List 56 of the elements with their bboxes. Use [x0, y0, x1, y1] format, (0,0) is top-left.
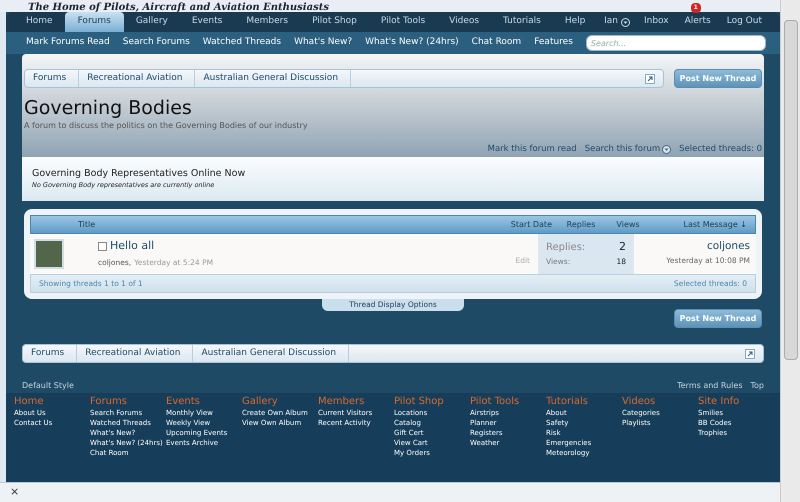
column-header[interactable]: Start Date: [473, 218, 558, 230]
forum-description: A forum to discuss the politics on the Governing Bodies of our industry: [24, 120, 309, 132]
sub-nav-link[interactable]: Watched Threads: [202, 36, 282, 50]
breadcrumb-link[interactable]: Forums: [23, 345, 78, 362]
footer-link[interactable]: Terms and Rules: [677, 380, 742, 392]
nav-tab[interactable]: Videos: [437, 12, 492, 32]
nav-tab[interactable]: Pilot Tools: [368, 12, 438, 32]
search-field[interactable]: Search...: [586, 35, 766, 51]
site-tagline: The Home of Pilots, Aircraft and Aviation Enthusiasts: [28, 2, 329, 12]
nav-tab[interactable]: Events: [180, 12, 234, 32]
close-button[interactable]: ×: [10, 484, 20, 501]
sub-nav-link[interactable]: Search Forums: [122, 36, 190, 50]
nav-tab[interactable]: Help: [552, 12, 598, 32]
user-menu[interactable]: Ian: [598, 12, 636, 32]
sub-nav-link[interactable]: What's New?: [294, 36, 352, 50]
last-poster-link[interactable]: coljones: [706, 239, 750, 255]
caret-icon: [620, 18, 630, 26]
column-header[interactable]: Title: [78, 218, 473, 230]
style-chooser-link[interactable]: Default Style: [22, 380, 74, 392]
nav-tab[interactable]: Pilot Shop: [300, 12, 369, 32]
breadcrumb-link[interactable]: Recreational Aviation: [79, 70, 196, 87]
breadcrumb-link[interactable]: Recreational Aviation: [77, 345, 194, 362]
forum-title: Governing Bodies: [24, 96, 193, 120]
nav-tab[interactable]: Home: [14, 12, 65, 32]
logout-link[interactable]: Log Out: [718, 12, 770, 32]
column-header[interactable]: Views: [604, 218, 652, 230]
thread-checkbox[interactable]: [98, 242, 107, 251]
inbox-link[interactable]: Inbox: [636, 12, 677, 32]
sub-nav-link[interactable]: What's New? (24hrs): [365, 36, 459, 50]
nav-tab[interactable]: Members: [234, 12, 300, 32]
breadcrumb-link[interactable]: Forums: [25, 70, 80, 87]
scrollbar-thumb[interactable]: [784, 20, 798, 360]
jump-arrow-icon[interactable]: [645, 74, 655, 84]
replies-count: 2: [619, 239, 626, 255]
column-header[interactable]: Replies: [558, 218, 604, 230]
notice-title: Governing Body Representatives Online Now: [32, 168, 246, 180]
nav-tab[interactable]: Forums: [64, 12, 124, 32]
forum-action-link[interactable]: Mark this forum read: [488, 142, 577, 156]
avatar-photo[interactable]: [34, 239, 64, 269]
replies-label: Replies:: [546, 241, 586, 255]
jump-arrow-icon[interactable]: [745, 348, 755, 358]
scrollbar[interactable]: [780, 0, 800, 502]
forum-action-link[interactable]: Selected threads: 0: [679, 142, 762, 156]
column-header[interactable]: Last Message ↓: [652, 218, 755, 230]
nav-tab[interactable]: Gallery: [124, 12, 180, 32]
nav-tab[interactable]: Tutorials: [491, 12, 553, 32]
breadcrumb-link[interactable]: Australian General Discussion: [193, 345, 350, 362]
sub-nav-link[interactable]: Features: [534, 36, 573, 50]
thread-title-link[interactable]: Hello all: [110, 238, 154, 254]
sub-nav-link[interactable]: Chat Room: [472, 36, 522, 50]
sub-nav-link[interactable]: Mark Forums Read: [26, 36, 110, 50]
breadcrumb-link[interactable]: Australian General Discussion: [195, 70, 352, 87]
caret-icon: [662, 144, 672, 154]
alerts-link[interactable]: Alerts: [676, 12, 719, 32]
forum-action-link[interactable]: Search this forum: [584, 142, 672, 156]
footer-link[interactable]: Top: [750, 380, 764, 392]
